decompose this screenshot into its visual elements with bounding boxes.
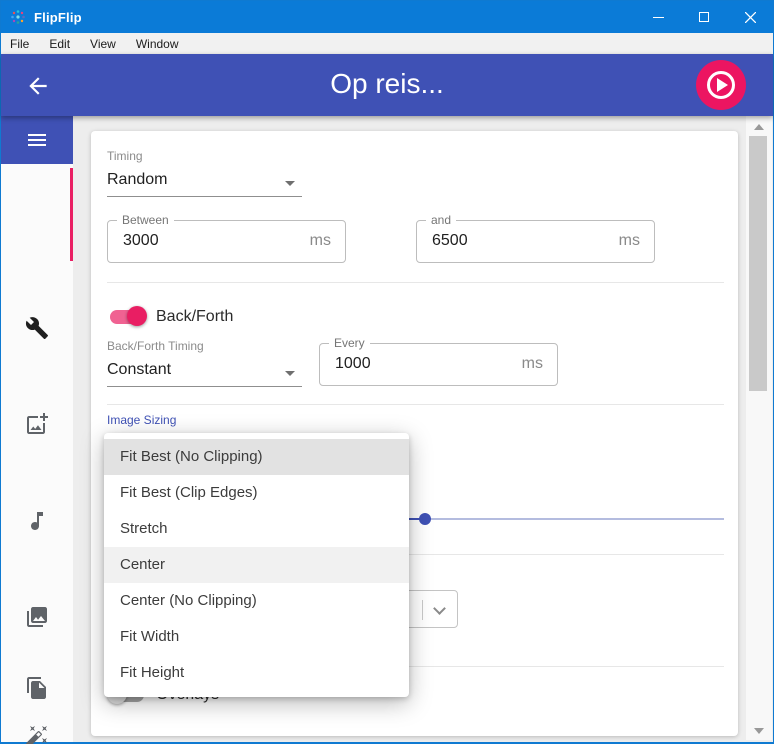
titlebar[interactable]: FlipFlip bbox=[1, 1, 773, 33]
music-note-icon[interactable] bbox=[25, 509, 49, 533]
close-icon bbox=[744, 11, 756, 23]
app-logo-icon bbox=[11, 10, 25, 24]
menu-icon bbox=[28, 131, 46, 149]
back-forth-toggle[interactable] bbox=[109, 306, 147, 328]
menu-item-center[interactable]: Center bbox=[104, 547, 409, 583]
scroll-down-icon[interactable] bbox=[754, 728, 764, 734]
photo-library-icon[interactable] bbox=[25, 605, 49, 629]
app-header: Op reis... bbox=[1, 54, 773, 116]
divider bbox=[107, 404, 724, 405]
app-window: FlipFlip File Edit View Window Op reis..… bbox=[0, 0, 774, 744]
chevron-down-icon bbox=[285, 181, 295, 186]
maximize-icon bbox=[699, 12, 709, 22]
scroll-up-icon[interactable] bbox=[754, 124, 764, 130]
maximize-button[interactable] bbox=[681, 1, 727, 33]
active-tab-indicator bbox=[70, 168, 73, 261]
menu-edit[interactable]: Edit bbox=[39, 37, 80, 51]
back-forth-timing-label: Back/Forth Timing bbox=[107, 339, 204, 353]
and-field[interactable]: and 6500 ms bbox=[416, 213, 655, 263]
every-field[interactable]: Every 1000 ms bbox=[319, 336, 558, 386]
drawer-toggle-button[interactable] bbox=[1, 116, 73, 164]
back-forth-label: Back/Forth bbox=[156, 308, 234, 325]
timing-select[interactable]: Random bbox=[107, 171, 302, 197]
menu-item-fit-height[interactable]: Fit Height bbox=[104, 655, 409, 691]
menu-file[interactable]: File bbox=[1, 37, 39, 51]
play-button[interactable] bbox=[696, 60, 746, 110]
menu-window[interactable]: Window bbox=[126, 37, 189, 51]
menu-item-fit-best-clip-edges[interactable]: Fit Best (Clip Edges) bbox=[104, 475, 409, 511]
app-title: FlipFlip bbox=[34, 9, 82, 25]
wrench-icon[interactable] bbox=[25, 316, 49, 340]
scrollbar-thumb[interactable] bbox=[749, 136, 767, 391]
chevron-down-icon bbox=[285, 371, 295, 376]
magic-wand-icon[interactable] bbox=[25, 724, 49, 744]
copy-icon[interactable] bbox=[25, 676, 49, 700]
image-sizing-menu: Fit Best (No Clipping) Fit Best (Clip Ed… bbox=[104, 433, 409, 697]
chevron-down-icon[interactable] bbox=[433, 602, 446, 615]
divider bbox=[107, 282, 724, 283]
menu-view[interactable]: View bbox=[80, 37, 126, 51]
menubar: File Edit View Window bbox=[1, 33, 773, 54]
menu-item-center-no-clipping[interactable]: Center (No Clipping) bbox=[104, 583, 409, 619]
menu-item-stretch[interactable]: Stretch bbox=[104, 511, 409, 547]
image-sizing-label: Image Sizing bbox=[107, 413, 177, 427]
minimize-icon bbox=[652, 16, 664, 18]
close-button[interactable] bbox=[727, 1, 773, 33]
sidebar bbox=[1, 116, 73, 744]
vertical-scrollbar[interactable] bbox=[746, 116, 772, 740]
minimize-button[interactable] bbox=[635, 1, 681, 33]
page-title: Op reis... bbox=[330, 68, 444, 99]
add-scene-icon[interactable] bbox=[25, 412, 49, 436]
back-forth-timing-select[interactable]: Constant bbox=[107, 361, 302, 387]
menu-item-fit-width[interactable]: Fit Width bbox=[104, 619, 409, 655]
timing-label: Timing bbox=[107, 149, 143, 163]
menu-item-fit-best-no-clipping[interactable]: Fit Best (No Clipping) bbox=[104, 439, 409, 475]
between-field[interactable]: Between 3000 ms bbox=[107, 213, 346, 263]
image-sizing-slider-thumb[interactable] bbox=[419, 513, 431, 525]
